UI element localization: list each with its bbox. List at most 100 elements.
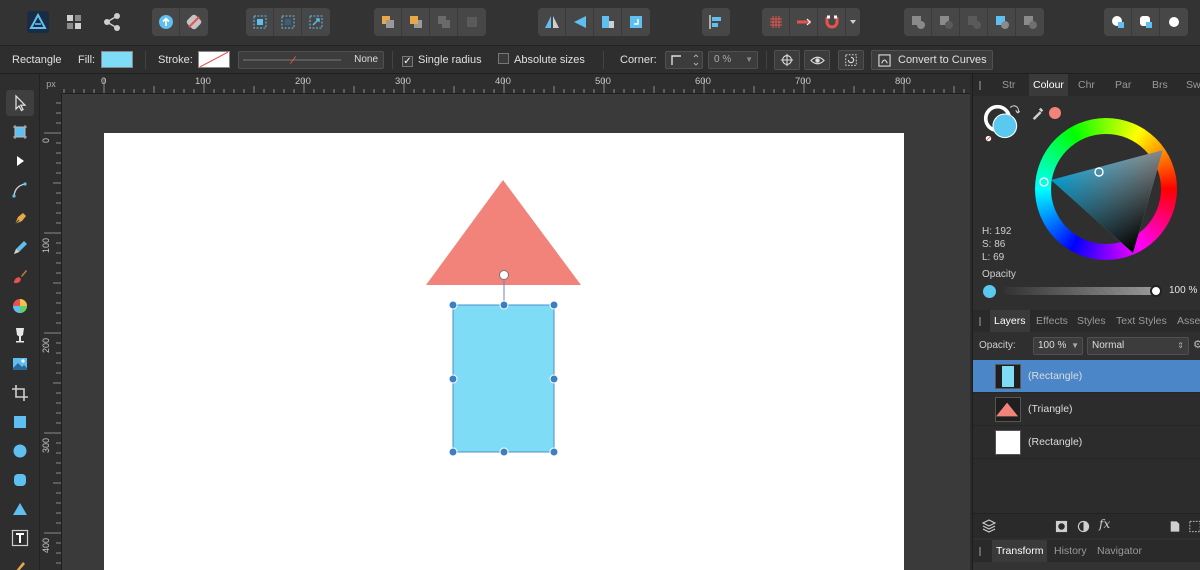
fill-tool-icon[interactable] bbox=[6, 293, 34, 319]
convert-to-curves-button[interactable]: Convert to Curves bbox=[871, 50, 993, 70]
insert-behind-icon[interactable] bbox=[1104, 8, 1132, 36]
adjustment-layer-icon[interactable] bbox=[1077, 520, 1090, 533]
tab-styles[interactable]: Styles bbox=[1077, 310, 1106, 332]
corner-tool-icon[interactable] bbox=[6, 177, 34, 203]
add-layer-icon[interactable] bbox=[1169, 520, 1181, 533]
hue-marker[interactable] bbox=[1039, 177, 1049, 187]
move-bottom-icon[interactable] bbox=[458, 8, 486, 36]
snap-to-pixel-icon[interactable] bbox=[790, 8, 818, 36]
deselect-icon[interactable] bbox=[274, 8, 302, 36]
flip-horizontal-icon[interactable] bbox=[538, 8, 566, 36]
transparency-tool-icon[interactable] bbox=[6, 322, 34, 348]
single-radius-checkbox[interactable]: ✓ Single radius bbox=[402, 46, 482, 74]
add-icon[interactable] bbox=[904, 8, 932, 36]
rotation-handle[interactable] bbox=[499, 270, 509, 280]
flip-vertical-icon[interactable] bbox=[566, 8, 594, 36]
rotate-left-icon[interactable] bbox=[594, 8, 622, 36]
handle-middle-right[interactable] bbox=[549, 374, 559, 384]
brush-tool-icon[interactable] bbox=[6, 264, 34, 290]
artboard-tool-icon[interactable] bbox=[6, 119, 34, 145]
layer-row-background-rectangle[interactable]: (Rectangle) bbox=[973, 426, 1200, 459]
layer-row-rectangle-selected[interactable]: (Rectangle) bbox=[973, 360, 1200, 393]
transform-origin-button[interactable] bbox=[774, 50, 800, 70]
handle-bottom-left[interactable] bbox=[448, 447, 458, 457]
rotate-right-icon[interactable] bbox=[622, 8, 650, 36]
select-next-icon[interactable] bbox=[302, 8, 330, 36]
pencil-tool-icon[interactable] bbox=[6, 235, 34, 261]
align-left-icon[interactable] bbox=[702, 8, 730, 36]
opacity-slider-thumb[interactable] bbox=[1150, 285, 1162, 297]
panel-grip-icon[interactable] bbox=[979, 317, 981, 326]
layer-stack-icon[interactable] bbox=[981, 518, 997, 534]
tab-assets[interactable]: Asse bbox=[1177, 310, 1200, 332]
reset-selection-button[interactable] bbox=[838, 50, 864, 70]
insert-top-icon[interactable] bbox=[1160, 8, 1188, 36]
artistic-text-tool-icon[interactable] bbox=[6, 525, 34, 551]
insert-inside-icon[interactable] bbox=[1132, 8, 1160, 36]
upload-icon[interactable] bbox=[152, 8, 180, 36]
intersect-icon[interactable] bbox=[960, 8, 988, 36]
handle-bottom-right[interactable] bbox=[549, 447, 559, 457]
blend-mode-dropdown[interactable]: Normal ⇕ bbox=[1087, 337, 1189, 355]
layer-settings-gear-icon[interactable]: ⚙ bbox=[1193, 338, 1200, 351]
hide-selection-button[interactable] bbox=[804, 50, 830, 70]
ruler-units[interactable]: px bbox=[40, 74, 62, 94]
panel-grip-icon[interactable] bbox=[979, 547, 981, 556]
tab-character[interactable]: Chr bbox=[1078, 74, 1095, 96]
link-off-icon[interactable] bbox=[180, 8, 208, 36]
fill-stroke-selector-icon[interactable] bbox=[983, 104, 1023, 144]
delete-layer-icon[interactable] bbox=[1189, 520, 1200, 533]
handle-top-left[interactable] bbox=[448, 300, 458, 310]
vertical-ruler[interactable]: 0 100 200 300 400 bbox=[40, 94, 62, 570]
vector-brush-tool-icon[interactable] bbox=[6, 552, 34, 570]
pixel-persona-icon[interactable] bbox=[60, 8, 88, 36]
handle-top-right[interactable] bbox=[549, 300, 559, 310]
triangle-tool-icon[interactable] bbox=[6, 496, 34, 522]
crop-tool-icon[interactable] bbox=[6, 380, 34, 406]
rounded-rectangle-tool-icon[interactable] bbox=[6, 467, 34, 493]
tab-text-styles[interactable]: Text Styles bbox=[1116, 310, 1167, 332]
app-logo-icon[interactable] bbox=[24, 8, 52, 36]
tab-history[interactable]: History bbox=[1054, 540, 1087, 562]
absolute-sizes-checkbox[interactable]: Absolute sizes bbox=[498, 46, 585, 74]
canvas-area[interactable] bbox=[62, 94, 970, 570]
layer-row-triangle[interactable]: (Triangle) bbox=[973, 393, 1200, 426]
mask-layer-icon[interactable] bbox=[1055, 520, 1068, 533]
opacity-slider[interactable] bbox=[1003, 287, 1157, 295]
fill-swatch[interactable] bbox=[101, 51, 133, 68]
xor-icon[interactable] bbox=[988, 8, 1016, 36]
stroke-swatch[interactable] bbox=[198, 51, 230, 68]
move-front-icon[interactable] bbox=[430, 8, 458, 36]
layer-opacity-dropdown[interactable]: 100 % ▼ bbox=[1033, 337, 1083, 355]
handle-top-center[interactable] bbox=[499, 300, 509, 310]
rectangle-shape[interactable] bbox=[452, 304, 555, 453]
grid-icon[interactable] bbox=[762, 8, 790, 36]
stroke-width-slider[interactable]: None bbox=[238, 51, 384, 69]
divide-icon[interactable] bbox=[1016, 8, 1044, 36]
subtract-icon[interactable] bbox=[932, 8, 960, 36]
node-tool-icon[interactable] bbox=[6, 148, 34, 174]
rectangle-tool-icon[interactable] bbox=[6, 409, 34, 435]
tab-stroke[interactable]: Str bbox=[1002, 74, 1015, 96]
handle-middle-left[interactable] bbox=[448, 374, 458, 384]
move-back-icon[interactable] bbox=[374, 8, 402, 36]
saturation-triangle[interactable] bbox=[1035, 118, 1177, 260]
tab-paragraph[interactable]: Par bbox=[1115, 74, 1131, 96]
triangle-shape[interactable] bbox=[426, 180, 581, 285]
corner-type-dropdown[interactable] bbox=[665, 51, 703, 69]
horizontal-ruler[interactable]: 0 100 200 300 400 500 600 700 800 bbox=[62, 74, 970, 94]
ellipse-tool-icon[interactable] bbox=[6, 438, 34, 464]
handle-bottom-center[interactable] bbox=[499, 447, 509, 457]
move-tool-icon[interactable] bbox=[6, 90, 34, 116]
tab-navigator[interactable]: Navigator bbox=[1097, 540, 1142, 562]
place-image-tool-icon[interactable] bbox=[6, 351, 34, 377]
panel-grip-icon[interactable] bbox=[979, 81, 981, 90]
tab-transform[interactable]: Transform bbox=[992, 540, 1048, 562]
layer-effects-fx-icon[interactable]: fx bbox=[1099, 517, 1110, 531]
tab-colour[interactable]: Colour bbox=[1029, 74, 1068, 96]
tab-swatches[interactable]: Sw bbox=[1186, 74, 1200, 96]
corner-dropdown-chevron-icon[interactable]: ▼ bbox=[745, 52, 753, 68]
tab-layers[interactable]: Layers bbox=[990, 310, 1030, 332]
tab-brushes[interactable]: Brs bbox=[1152, 74, 1168, 96]
pen-tool-icon[interactable] bbox=[6, 206, 34, 232]
